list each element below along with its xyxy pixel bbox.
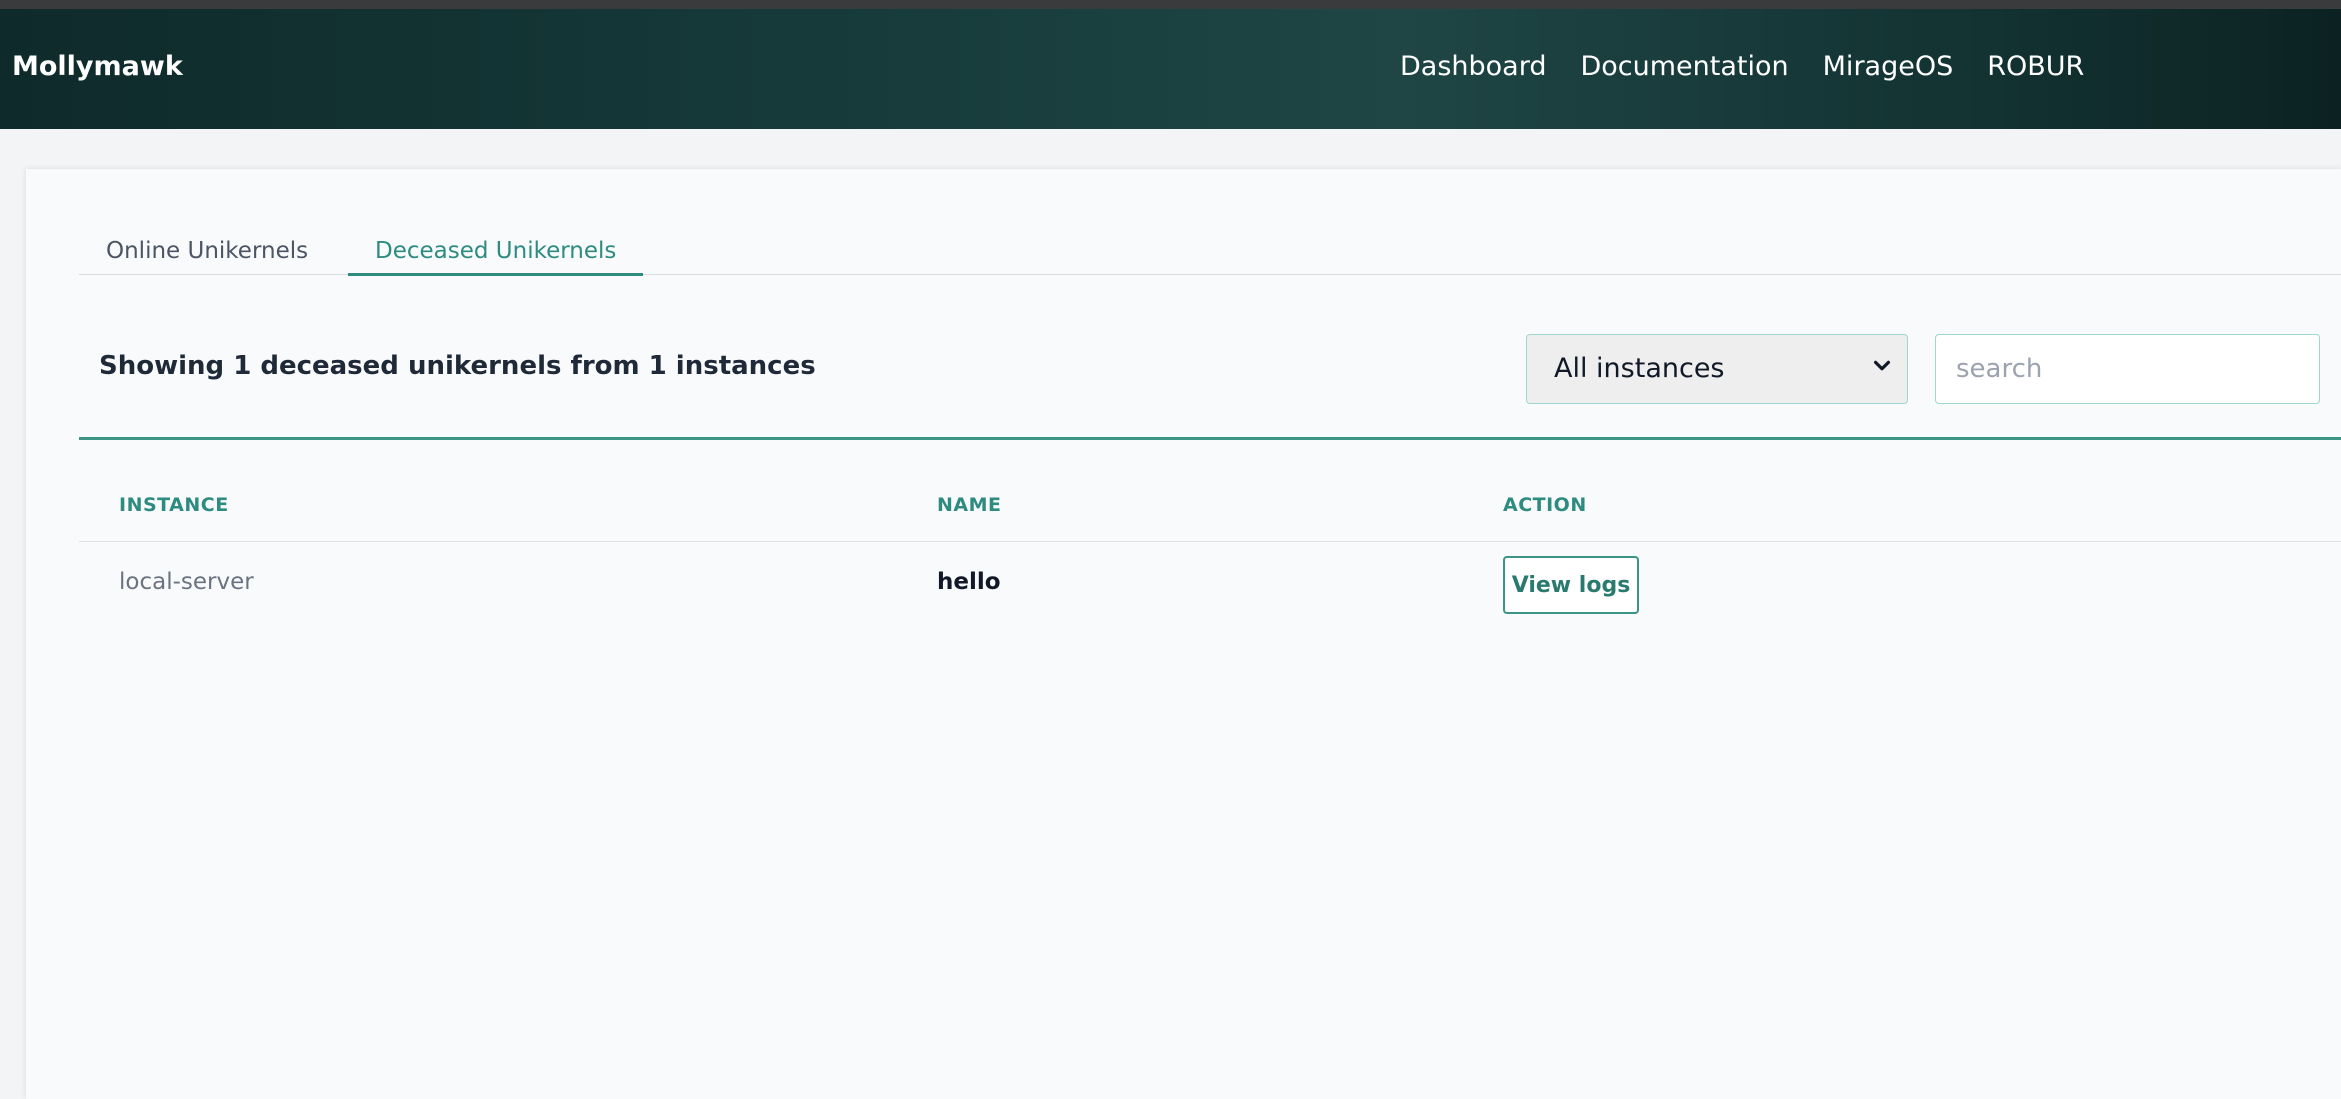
results-summary: Showing 1 deceased unikernels from 1 ins…: [99, 351, 816, 381]
nav-link-robur[interactable]: ROBUR: [1987, 51, 2084, 82]
column-header-instance: INSTANCE: [119, 494, 229, 516]
main-card: Online Unikernels Deceased Unikernels Sh…: [26, 169, 2341, 1099]
column-header-action: ACTION: [1503, 494, 1587, 516]
unikernel-tabs: Online Unikernels Deceased Unikernels: [79, 235, 2341, 276]
column-header-name: NAME: [937, 494, 1002, 516]
window-top-strip: [0, 0, 2341, 9]
nav-link-documentation[interactable]: Documentation: [1580, 51, 1788, 82]
brand-logo-text[interactable]: Mollymawk: [12, 51, 183, 82]
search-input[interactable]: search: [1935, 334, 2320, 404]
nav-link-dashboard[interactable]: Dashboard: [1400, 51, 1546, 82]
top-navbar: Mollymawk Dashboard Documentation Mirage…: [0, 9, 2341, 129]
nav-link-mirageos[interactable]: MirageOS: [1823, 51, 1954, 82]
view-logs-button[interactable]: View logs: [1503, 556, 1639, 614]
instance-filter-select[interactable]: All instances: [1526, 334, 1908, 404]
nav-links: Dashboard Documentation MirageOS ROBUR: [1400, 51, 2084, 82]
search-placeholder: search: [1956, 354, 2043, 384]
instance-filter-value: All instances: [1554, 353, 1725, 384]
tab-online-unikernels[interactable]: Online Unikernels: [79, 235, 335, 275]
section-divider: [79, 437, 2341, 440]
table-cell-instance: local-server: [119, 569, 254, 595]
tab-deceased-unikernels[interactable]: Deceased Unikernels: [348, 235, 644, 276]
chevron-down-icon: [1873, 360, 1891, 371]
table-header-separator: [79, 541, 2341, 542]
table-cell-name: hello: [937, 569, 1001, 595]
